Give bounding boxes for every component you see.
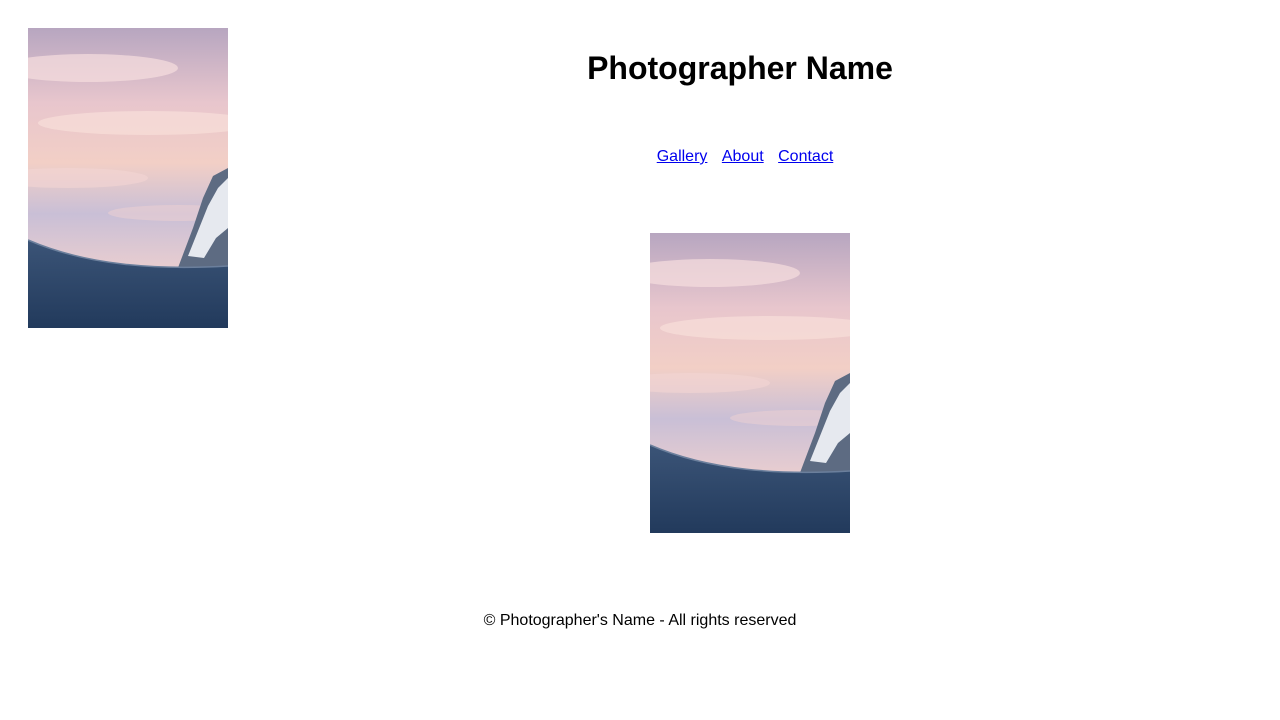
nav-link-about[interactable]: About	[722, 148, 764, 165]
nav-link-gallery[interactable]: Gallery	[657, 148, 708, 165]
page-title: Photographer Name	[587, 50, 893, 86]
nav-link-contact[interactable]: Contact	[778, 148, 833, 165]
gallery-photo[interactable]	[650, 233, 850, 533]
mountain-sunset-image	[650, 233, 850, 533]
main-nav: Gallery About Contact	[250, 147, 1240, 167]
page: Photographer Name Gallery About Contact	[0, 0, 1280, 720]
mountain-sunset-image	[28, 28, 228, 328]
side-photo	[28, 28, 228, 328]
footer-copyright: © Photographer's Name - All rights reser…	[483, 612, 797, 629]
